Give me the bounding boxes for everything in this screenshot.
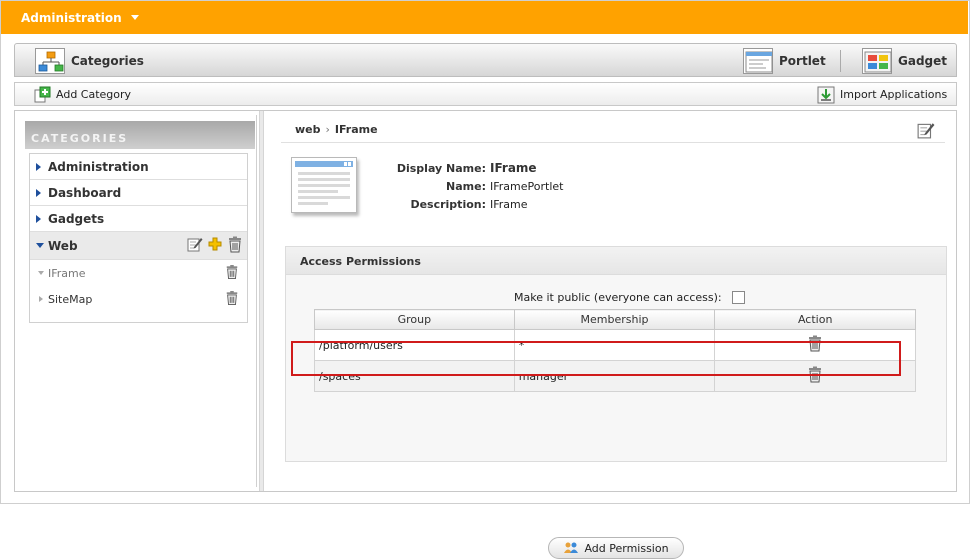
column-header-group: Group (314, 309, 515, 330)
chevron-down-icon (130, 15, 139, 20)
add-category-label: Add Category (56, 88, 132, 101)
add-category-button[interactable]: Add Category (33, 84, 131, 105)
category-label: Dashboard (48, 185, 122, 200)
import-applications-button[interactable]: Import Applications (817, 84, 947, 105)
administration-menu[interactable]: Administration (21, 11, 139, 25)
delete-application-icon[interactable] (225, 290, 239, 306)
category-label: Gadgets (48, 211, 105, 226)
application-item-sitemap[interactable]: SiteMap (30, 286, 247, 312)
make-public-label: Make it public (everyone can access): (514, 291, 722, 304)
delete-application-icon[interactable] (225, 264, 239, 280)
membership-cell: manager (513, 360, 716, 392)
application-label: SiteMap (48, 292, 93, 306)
portlet-icon (743, 48, 773, 74)
column-header-membership: Membership (513, 309, 716, 330)
category-item-gadgets[interactable]: Gadgets (30, 206, 247, 232)
add-permission-button[interactable]: Add Permission (548, 537, 684, 559)
tab-bar: Categories Portlet Gadget (14, 43, 957, 77)
delete-category-icon[interactable] (227, 236, 243, 256)
breadcrumb-category[interactable]: web (295, 123, 321, 136)
category-item-dashboard[interactable]: Dashboard (30, 180, 247, 206)
tab-gadget[interactable]: Gadget (862, 47, 947, 75)
import-applications-label: Import Applications (840, 88, 948, 101)
action-cell (714, 329, 916, 361)
action-cell (714, 360, 916, 392)
delete-permission-icon[interactable] (807, 335, 823, 355)
delete-permission-icon[interactable] (807, 366, 823, 386)
description-label: Description: (410, 197, 486, 211)
divider (281, 142, 945, 143)
caret-right-icon (36, 215, 41, 223)
add-category-icon (33, 86, 51, 104)
access-permissions-section: Access Permissions Make it public (every… (285, 246, 947, 559)
category-tree: Administration Dashboard Gadgets Web IFr… (29, 153, 248, 323)
hierarchy-icon (35, 48, 65, 74)
top-navigation-bar: Administration (1, 1, 968, 34)
chevron-right-icon: › (325, 123, 330, 136)
add-application-icon[interactable] (207, 236, 223, 256)
categories-header: CATEGORIES (25, 121, 255, 149)
name-value: IFramePortlet (490, 179, 564, 193)
tab-gadget-label: Gadget (898, 54, 948, 68)
category-tools (187, 236, 243, 256)
main-container: CATEGORIES Administration Dashboard Gadg… (14, 110, 957, 559)
category-label: Administration (48, 159, 149, 174)
edit-category-icon[interactable] (187, 236, 203, 256)
caret-right-icon (39, 296, 43, 302)
table-row: /spaces manager (314, 360, 916, 392)
caret-right-icon (36, 189, 41, 197)
group-cell: /platform/users (314, 329, 515, 361)
access-permissions-title: Access Permissions (286, 247, 946, 275)
tab-portlet[interactable]: Portlet (743, 47, 826, 75)
categories-panel: CATEGORIES Administration Dashboard Gadg… (19, 115, 257, 487)
name-label: Name: (446, 179, 486, 193)
action-bar: Add Category Import Applications (14, 82, 957, 106)
category-item-web[interactable]: Web (30, 232, 247, 260)
breadcrumb-application: IFrame (334, 123, 378, 136)
category-item-administration[interactable]: Administration (30, 154, 247, 180)
application-detail-panel: web › IFrame Display Name: IFrame Name: … (269, 111, 955, 559)
import-icon (817, 86, 835, 104)
table-row: /platform/users * (314, 329, 916, 361)
caret-down-icon (36, 243, 44, 248)
permissions-table: Group Membership Action /platform/users … (314, 309, 916, 392)
column-header-action: Action (714, 309, 916, 330)
caret-down-icon (38, 271, 44, 275)
tab-categories[interactable]: Categories (35, 47, 144, 75)
tab-separator (840, 50, 841, 72)
users-icon (563, 541, 579, 555)
add-permission-label: Add Permission (584, 541, 669, 555)
gadget-icon (862, 48, 892, 74)
make-public-checkbox[interactable] (731, 291, 745, 304)
group-cell: /spaces (314, 360, 515, 392)
application-label: IFrame (48, 266, 86, 280)
pane-splitter[interactable] (259, 111, 264, 491)
application-info: Display Name: IFrame Name: IFramePortlet… (379, 159, 564, 213)
tab-categories-label: Categories (71, 54, 144, 68)
description-value: IFrame (490, 197, 528, 211)
display-name-label: Display Name: (396, 161, 486, 175)
application-thumbnail (291, 157, 357, 213)
application-item-iframe[interactable]: IFrame (30, 260, 247, 286)
display-name-value: IFrame (490, 161, 537, 175)
edit-application-icon[interactable] (917, 121, 935, 139)
membership-cell: * (513, 329, 716, 361)
caret-right-icon (36, 163, 41, 171)
category-label: Web (48, 238, 78, 253)
tab-portlet-label: Portlet (779, 54, 826, 68)
administration-menu-label: Administration (21, 10, 122, 25)
make-public-row: Make it public (everyone can access): (514, 291, 745, 304)
breadcrumb: web › IFrame (295, 123, 378, 136)
